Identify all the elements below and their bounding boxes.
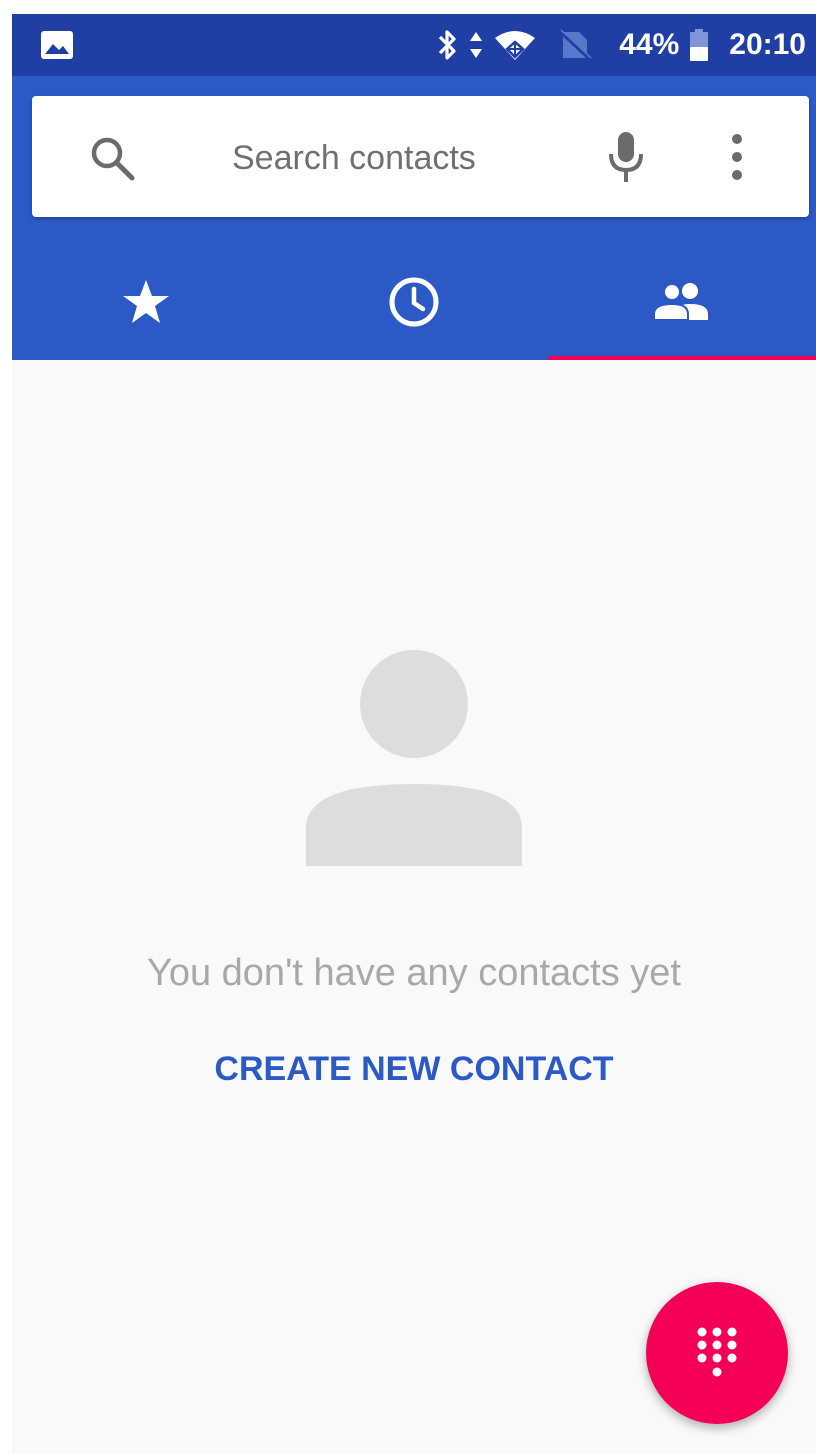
- dialpad-icon: [697, 1327, 737, 1377]
- search-bar[interactable]: Search contacts: [32, 96, 809, 217]
- app-bar: Search contacts: [12, 76, 816, 360]
- empty-state-message: You don't have any contacts yet: [146, 952, 681, 994]
- create-new-contact-button[interactable]: CREATE NEW CONTACT: [12, 1050, 816, 1089]
- battery-icon: [690, 29, 709, 61]
- tab-favorites[interactable]: [12, 244, 280, 360]
- status-icons: 44% 20:10: [437, 14, 806, 76]
- no-sim-icon: [557, 28, 593, 62]
- people-icon: [653, 283, 708, 321]
- bluetooth-icon: [439, 30, 456, 60]
- wifi-icon: [495, 31, 536, 60]
- clock-time: 20:10: [729, 28, 806, 61]
- battery-percent: 44%: [619, 28, 680, 61]
- image-notification-icon: [41, 31, 73, 59]
- more-vert-icon[interactable]: [722, 132, 752, 182]
- tab-bar: [12, 244, 816, 360]
- status-bar: 44% 20:10: [12, 14, 816, 76]
- clock-icon: [389, 277, 439, 327]
- data-arrows-icon: [470, 32, 483, 58]
- tab-selected-indicator: [548, 356, 816, 360]
- star-icon: [123, 280, 169, 323]
- search-icon[interactable]: [88, 134, 136, 182]
- person-placeholder-icon: [306, 650, 522, 866]
- dialpad-fab[interactable]: [646, 1282, 788, 1424]
- tab-recents[interactable]: [280, 244, 548, 360]
- phone-screen: 44% 20:10 Search contacts You don't have…: [12, 14, 816, 1454]
- tab-contacts[interactable]: [548, 244, 816, 360]
- mic-icon[interactable]: [606, 130, 646, 184]
- search-input[interactable]: Search contacts: [232, 134, 476, 182]
